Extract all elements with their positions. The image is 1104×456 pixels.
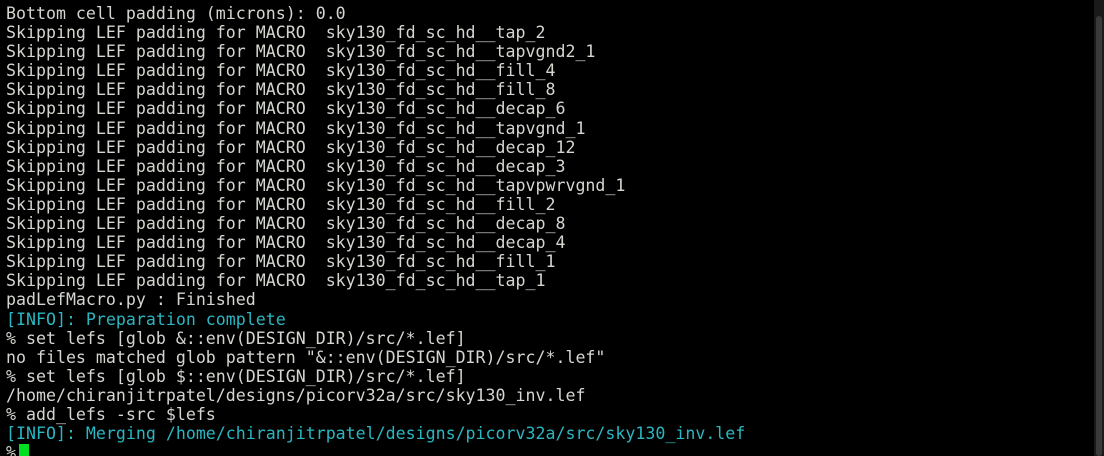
- terminal-line: Skipping LEF padding for MACRO sky130_fd…: [6, 61, 556, 81]
- terminal-line: Skipping LEF padding for MACRO sky130_fd…: [6, 42, 596, 62]
- terminal-line: Skipping LEF padding for MACRO sky130_fd…: [6, 214, 566, 234]
- terminal-output[interactable]: Bottom cell padding (microns): 0.0 Skippi…: [0, 0, 1094, 456]
- terminal-line: Bottom cell padding (microns): 0.0: [6, 4, 346, 23]
- terminal-line: [INFO]: Preparation complete: [6, 309, 286, 329]
- terminal-line: Skipping LEF padding for MACRO sky130_fd…: [6, 137, 576, 157]
- terminal-line: padLefMacro.py : Finished: [6, 290, 256, 310]
- terminal-line: Skipping LEF padding for MACRO sky130_fd…: [6, 194, 556, 214]
- prompt-symbol: %: [6, 443, 16, 456]
- terminal-line: Skipping LEF padding for MACRO sky130_fd…: [6, 118, 586, 138]
- terminal-line: Skipping LEF padding for MACRO sky130_fd…: [6, 252, 556, 272]
- terminal-line: % set lefs [glob $::env(DESIGN_DIR)/src/…: [6, 366, 466, 386]
- terminal-line: Skipping LEF padding for MACRO sky130_fd…: [6, 80, 556, 100]
- vertical-scrollbar[interactable]: [1094, 0, 1104, 456]
- terminal-line: Skipping LEF padding for MACRO sky130_fd…: [6, 23, 546, 43]
- terminal-line: Skipping LEF padding for MACRO sky130_fd…: [6, 99, 566, 119]
- terminal-line: Skipping LEF padding for MACRO sky130_fd…: [6, 233, 566, 253]
- terminal-lines: Bottom cell padding (microns): 0.0 Skippi…: [6, 4, 1094, 443]
- terminal-line: % set lefs [glob &::env(DESIGN_DIR)/src/…: [6, 328, 466, 348]
- terminal-line: no files matched glob pattern "&::env(DE…: [6, 347, 606, 367]
- terminal-line: Skipping LEF padding for MACRO sky130_fd…: [6, 271, 546, 291]
- terminal-line: Skipping LEF padding for MACRO sky130_fd…: [6, 175, 626, 195]
- terminal-line: Skipping LEF padding for MACRO sky130_fd…: [6, 156, 566, 176]
- terminal-line: /home/chiranjitrpatel/designs/picorv32a/…: [6, 385, 586, 405]
- terminal-line: % add_lefs -src $lefs: [6, 404, 216, 424]
- terminal-line: [INFO]: Merging /home/chiranjitrpatel/de…: [6, 424, 746, 444]
- prompt-line[interactable]: %: [6, 443, 1094, 456]
- text-cursor: [19, 444, 29, 456]
- scrollbar-thumb[interactable]: [1096, 16, 1102, 456]
